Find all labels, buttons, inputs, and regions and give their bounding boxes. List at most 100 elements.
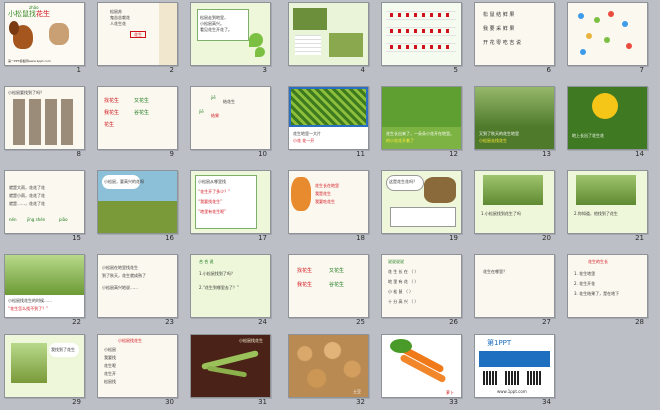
pinyin: jiē xyxy=(199,109,204,114)
slide-text: 小松鼠从哪里找 xyxy=(198,179,226,184)
slide-text: 十 分 高 兴 （ ） xyxy=(388,299,419,304)
slide-text: 松鼠苏 xyxy=(110,9,122,14)
slide-thumbnail-11[interactable]: 花生地里一大片 小花 花一开 11 xyxy=(288,86,369,158)
slide-number: 30 xyxy=(165,398,174,406)
slide-13[interactable]: 又到了秋天的花生地里 小松鼠去找花生 xyxy=(474,86,555,150)
slide-thumbnail-31[interactable]: 小松鼠找花生 31 xyxy=(190,334,271,406)
slide-6[interactable]: 松 鼠 结 鲜 果 我 要 采 鲜 果 开 花 零 吃 吉 说 xyxy=(474,2,555,66)
slide-34[interactable]: 第1PPT www.1ppt.com xyxy=(474,334,555,398)
slide-thumbnail-2[interactable]: 松鼠苏 鬼苦苦栽花 人花生花 花生 2 xyxy=(97,2,178,74)
slide-26[interactable]: 说说说说 花 生 长 在 （ ） 地 里 有 花 （ ） 小 松 鼠 （ ） 十… xyxy=(381,254,462,318)
slide-14[interactable]: 地上长出了花生花 xyxy=(567,86,648,150)
slide-thumbnail-29[interactable]: 我找到了花生 29 xyxy=(4,334,85,406)
slide-thumbnail-33[interactable]: 萝卜 33 xyxy=(381,334,462,406)
slide-3[interactable]: 松鼠走到地里， 小松鼠高兴。 看见花生开花了。 xyxy=(190,2,271,66)
pinyin: jiē xyxy=(211,95,216,100)
slide-5[interactable] xyxy=(381,2,462,66)
slide-thumbnail-13[interactable]: 又到了秋天的花生地里 小松鼠去找花生 13 xyxy=(474,86,555,158)
slide-thumbnail-22[interactable]: 小松鼠找花生的时候…… “花生怎么找不到了？” 22 xyxy=(4,254,85,326)
slide-text: 花生在哪里？ xyxy=(483,269,507,274)
slide-21[interactable]: 2.你知道，他找到了花生 xyxy=(567,170,648,234)
slide-4[interactable] xyxy=(288,2,369,66)
slide-16[interactable]: 小松鼠，要高兴的花呀 xyxy=(97,170,178,234)
slide-19[interactable]: 这是花生花吗？ xyxy=(381,170,462,234)
brand-logo: 第1PPT xyxy=(487,339,512,347)
word-row: 我花生 xyxy=(104,110,120,116)
slide-11[interactable]: 花生地里一大片 小花 花一开 xyxy=(288,86,369,150)
slide-thumbnail-30[interactable]: 小松鼠找花生 小松鼠 我要找 花生呢 花生开 松鼠找 30 xyxy=(97,334,178,406)
slide-number: 29 xyxy=(72,398,81,406)
slide-28[interactable]: 花生的生长 1. 花生地里 2. 花生开花 3. 花生结果了，是在地下 xyxy=(567,254,648,318)
slide-23[interactable]: 小松鼠在地里找花生 到了秋天，花生就成熟了 小松鼠高兴地说…… xyxy=(97,254,178,318)
forest-image xyxy=(475,87,554,127)
slide-number: 31 xyxy=(258,398,267,406)
slide-thumbnail-15[interactable]: 就是大雨，花花了花 就是小雨，花花了花 就是……，花花了花 nén jīng s… xyxy=(4,170,85,242)
slide-thumbnail-27[interactable]: 花生在哪里？ 27 xyxy=(474,254,555,326)
slide-thumbnail-14[interactable]: 地上长出了花生花 14 xyxy=(567,86,648,158)
slide-text: 3. 花生结果了，是在地下 xyxy=(574,291,620,296)
slide-thumbnail-12[interactable]: 花生长出来了，一朵朵小花开在地里。 的小花花开着了 12 xyxy=(381,86,462,158)
slide-27[interactable]: 花生在哪里？ xyxy=(474,254,555,318)
slide-text: 就是……，花花了花 xyxy=(9,201,45,206)
slide-thumbnail-10[interactable]: jiē 结花生 jiē 结果 10 xyxy=(190,86,271,158)
pinyin-row xyxy=(390,45,450,49)
slide-thumbnail-19[interactable]: 这是花生花吗？ 19 xyxy=(381,170,462,242)
slide-15[interactable]: 就是大雨，花花了花 就是小雨，花花了花 就是……，花花了花 nén jīng s… xyxy=(4,170,85,234)
slide-thumbnail-16[interactable]: 小松鼠，要高兴的花呀 16 xyxy=(97,170,178,242)
slide-33[interactable]: 萝卜 xyxy=(381,334,462,398)
slide-number: 6 xyxy=(546,66,551,74)
slide-thumbnail-9[interactable]: 找花生 又花生 我花生 谷花生 花生 9 xyxy=(97,86,178,158)
slide-30[interactable]: 小松鼠找花生 小松鼠 我要找 花生呢 花生开 松鼠找 xyxy=(97,334,178,398)
slide-32[interactable]: 土豆 xyxy=(288,334,369,398)
slide-thumbnail-20[interactable]: 1.小松鼠找到花生了吗 20 xyxy=(474,170,555,242)
slide-1[interactable]: zhǎo 小松鼠找 花生 第一PPT模板网www.1ppt.com xyxy=(4,2,85,66)
slide-9[interactable]: 找花生 又花生 我花生 谷花生 花生 xyxy=(97,86,178,150)
slide-thumbnail-23[interactable]: 小松鼠在地里找花生 到了秋天，花生就成熟了 小松鼠高兴地说…… 23 xyxy=(97,254,178,326)
slide-31[interactable]: 小松鼠找花生 xyxy=(190,334,271,398)
slide-number: 28 xyxy=(635,318,644,326)
slide-12[interactable]: 花生长出来了，一朵朵小花开在地里。 的小花花开着了 xyxy=(381,86,462,150)
qr-code xyxy=(483,371,497,385)
slide-20[interactable]: 1.小松鼠找到花生了吗 xyxy=(474,170,555,234)
slide-thumbnail-3[interactable]: 松鼠走到地里， 小松鼠高兴。 看见花生开花了。 3 xyxy=(190,2,271,74)
slide-thumbnail-17[interactable]: 小松鼠从哪里找 “花生开了多少？” “我要找花生” “地里有花生呢” 17 xyxy=(190,170,271,242)
slide-thumbnail-1[interactable]: zhǎo 小松鼠找 花生 第一PPT模板网www.1ppt.com 1 xyxy=(4,2,85,74)
slide-7[interactable] xyxy=(567,2,648,66)
slide-24[interactable]: 合 合 说 1.小松鼠找到了吗？ 2.“花生到哪里去了？” xyxy=(190,254,271,318)
slide-18[interactable]: 花生长在地里 我是花生 我要吃花生 xyxy=(288,170,369,234)
slide-thumbnail-34[interactable]: 第1PPT www.1ppt.com 34 xyxy=(474,334,555,406)
slide-thumbnail-25[interactable]: 找花生 又花生 我花生 谷花生 25 xyxy=(288,254,369,326)
slide-thumbnail-21[interactable]: 2.你知道，他找到了花生 21 xyxy=(567,170,648,242)
slide-29[interactable]: 我找到了花生 xyxy=(4,334,85,398)
leaf-decoration xyxy=(249,33,263,47)
peanut-illustration xyxy=(49,23,69,45)
slide-10[interactable]: jiē 结花生 jiē 结果 xyxy=(190,86,271,150)
qr-code xyxy=(527,371,541,385)
slide-thumbnail-18[interactable]: 花生长在地里 我是花生 我要吃花生 18 xyxy=(288,170,369,242)
word-row: 我花生 xyxy=(297,282,313,288)
slide-text: 我要找 xyxy=(104,355,116,360)
slide-number: 14 xyxy=(635,150,644,158)
slide-22[interactable]: 小松鼠找花生的时候…… “花生怎么找不到了？” xyxy=(4,254,85,318)
slide-25[interactable]: 找花生 又花生 我花生 谷花生 xyxy=(288,254,369,318)
slide-text: 2. 花生开花 xyxy=(574,281,596,286)
slide-number: 13 xyxy=(542,150,551,158)
slide-number: 1 xyxy=(76,66,81,74)
slide-thumbnail-28[interactable]: 花生的生长 1. 花生地里 2. 花生开花 3. 花生结果了，是在地下 28 xyxy=(567,254,648,326)
slide-thumbnail-7[interactable]: 7 xyxy=(567,2,648,74)
slide-thumbnail-26[interactable]: 说说说说 花 生 长 在 （ ） 地 里 有 花 （ ） 小 松 鼠 （ ） 十… xyxy=(381,254,462,326)
slide-2[interactable]: 松鼠苏 鬼苦苦栽花 人花生花 花生 xyxy=(97,2,178,66)
slide-thumbnail-8[interactable]: 小松鼠要找到了吗？ 8 xyxy=(4,86,85,158)
slide-17[interactable]: 小松鼠从哪里找 “花生开了多少？” “我要找花生” “地里有花生呢” xyxy=(190,170,271,234)
slide-text: 2.“花生到哪里去了？” xyxy=(199,285,239,290)
tree-illustration xyxy=(424,177,456,203)
slide-text: 小 松 鼠 （ ） xyxy=(388,289,414,294)
slide-8[interactable]: 小松鼠要找到了吗？ xyxy=(4,86,85,150)
slide-text: 人花生花 xyxy=(110,21,126,26)
slide-thumbnail-5[interactable]: 5 xyxy=(381,2,462,74)
slide-thumbnail-24[interactable]: 合 合 说 1.小松鼠找到了吗？ 2.“花生到哪里去了？” 24 xyxy=(190,254,271,326)
slide-thumbnail-4[interactable]: 4 xyxy=(288,2,369,74)
slide-caption: 又到了秋天的花生地里 xyxy=(479,131,519,136)
slide-thumbnail-32[interactable]: 土豆 32 xyxy=(288,334,369,406)
slide-thumbnail-6[interactable]: 松 鼠 结 鲜 果 我 要 采 鲜 果 开 花 零 吃 吉 说 6 xyxy=(474,2,555,74)
